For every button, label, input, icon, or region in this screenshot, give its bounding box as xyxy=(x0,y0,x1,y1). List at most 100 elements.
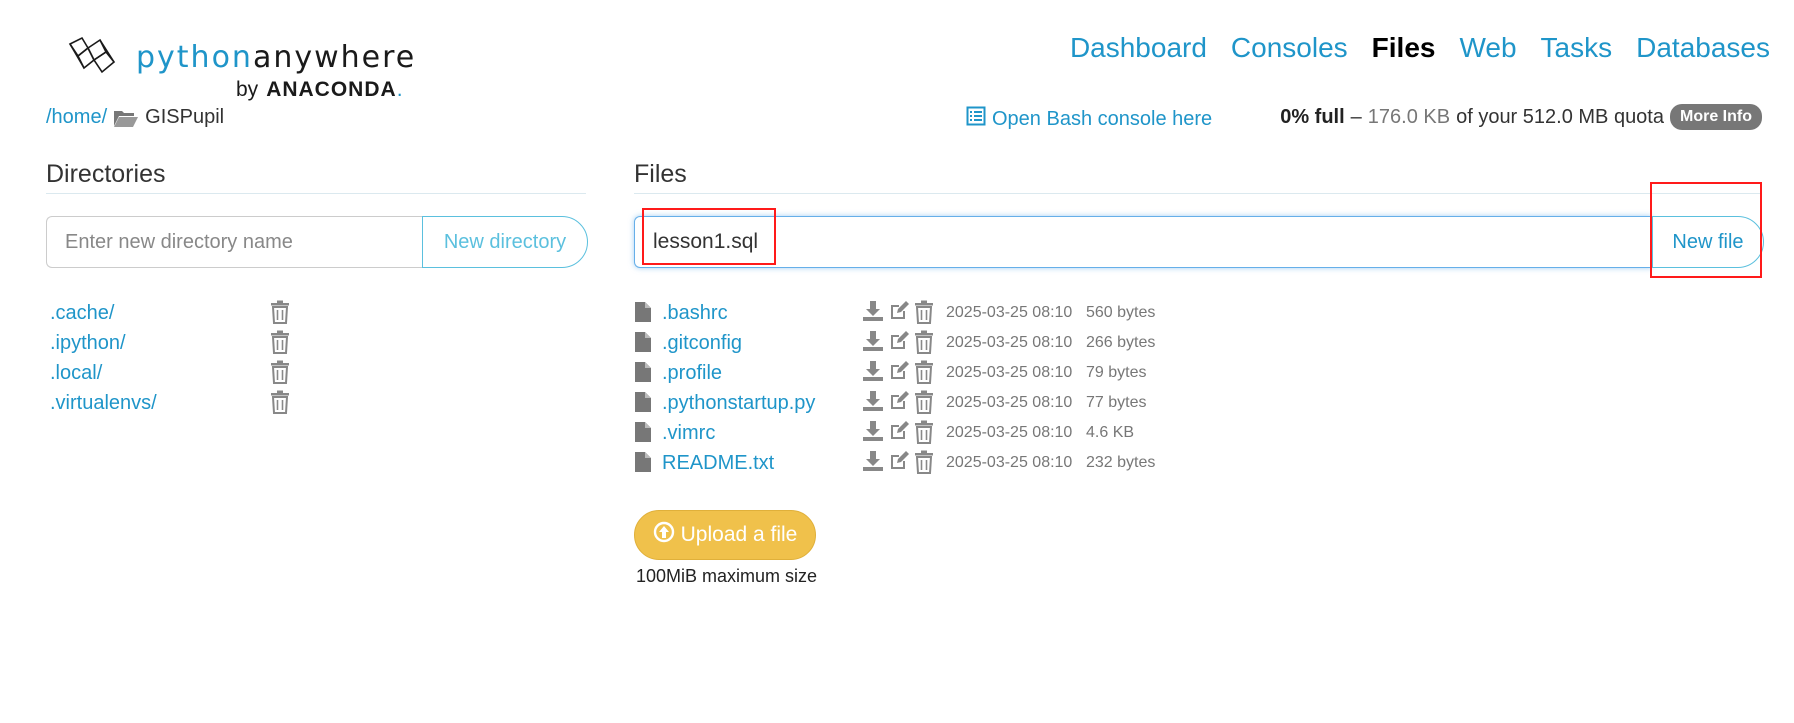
file-link[interactable]: .bashrc xyxy=(662,302,728,325)
file-icon xyxy=(634,421,652,449)
table-row: .pythonstartup.py 2025-03-25 08:10 77 by… xyxy=(634,388,1194,418)
download-icon[interactable] xyxy=(862,420,884,450)
table-row: README.txt 2025-03-25 08:10 232 bytes xyxy=(634,448,1194,478)
file-actions xyxy=(862,330,934,360)
file-size: 4.6 KB xyxy=(1086,424,1135,441)
quota-info: 0% full – 176.0 KB of your 512.0 MB quot… xyxy=(1280,104,1762,130)
table-row: .vimrc 2025-03-25 08:10 4.6 KB xyxy=(634,418,1194,448)
list-item: .cache/ xyxy=(50,298,300,328)
download-icon[interactable] xyxy=(862,300,884,330)
file-icon xyxy=(634,361,652,389)
new-directory-button[interactable]: New directory xyxy=(422,216,588,268)
logo-by-anaconda: by ANACONDA. xyxy=(236,78,403,101)
nav-files[interactable]: Files xyxy=(1372,32,1436,64)
directory-link[interactable]: .local/ xyxy=(50,362,102,385)
file-date: 2025-03-25 08:10 xyxy=(946,424,1073,441)
directory-link[interactable]: .virtualenvs/ xyxy=(50,392,157,415)
trash-icon[interactable] xyxy=(270,360,290,390)
highlight-box-filename xyxy=(642,208,776,265)
file-icon xyxy=(634,301,652,329)
download-icon[interactable] xyxy=(862,360,884,390)
directory-link[interactable]: .cache/ xyxy=(50,302,114,325)
file-size: 560 bytes xyxy=(1086,304,1156,321)
file-date: 2025-03-25 08:10 xyxy=(946,364,1073,381)
trash-icon[interactable] xyxy=(914,360,934,390)
file-date: 2025-03-25 08:10 xyxy=(946,454,1073,471)
open-bash-console-link[interactable]: Open Bash console here xyxy=(966,106,1212,132)
list-alt-icon xyxy=(966,106,986,132)
file-link[interactable]: .gitconfig xyxy=(662,332,742,355)
circle-arrow-up-icon xyxy=(653,521,675,549)
file-actions xyxy=(862,360,934,390)
list-item: .ipython/ xyxy=(50,328,300,358)
trash-icon[interactable] xyxy=(914,420,934,450)
trash-icon[interactable] xyxy=(914,450,934,480)
directories-divider xyxy=(46,193,586,194)
folder-open-icon xyxy=(113,108,139,128)
file-link[interactable]: README.txt xyxy=(662,452,774,475)
table-row: .gitconfig 2025-03-25 08:10 266 bytes xyxy=(634,328,1194,358)
file-link[interactable]: .profile xyxy=(662,362,722,385)
file-icon xyxy=(634,331,652,359)
file-link[interactable]: .pythonstartup.py xyxy=(662,392,815,415)
new-directory-input[interactable] xyxy=(46,216,422,268)
upload-file-button[interactable]: Upload a file xyxy=(634,510,816,560)
quota-used: 176.0 KB xyxy=(1367,105,1451,128)
list-item: .virtualenvs/ xyxy=(50,388,300,418)
file-link[interactable]: .vimrc xyxy=(662,422,715,445)
logo-icon xyxy=(68,36,116,74)
list-item: .local/ xyxy=(50,358,300,388)
main-nav: Dashboard Consoles Files Web Tasks Datab… xyxy=(1070,32,1770,64)
file-date: 2025-03-25 08:10 xyxy=(946,334,1073,351)
trash-icon[interactable] xyxy=(914,330,934,360)
file-date: 2025-03-25 08:10 xyxy=(946,304,1073,321)
edit-icon[interactable] xyxy=(888,450,910,480)
file-actions xyxy=(862,300,934,330)
file-list: .bashrc 2025-03-25 08:10 560 bytes .gitc… xyxy=(634,298,1194,478)
new-directory-form: New directory xyxy=(46,216,588,268)
file-date: 2025-03-25 08:10 xyxy=(946,394,1073,411)
file-icon xyxy=(634,451,652,479)
file-size: 77 bytes xyxy=(1086,394,1147,411)
new-file-form: New file xyxy=(634,216,1764,268)
pythonanywhere-logo[interactable]: pythonanywhere by ANACONDA. xyxy=(64,34,414,104)
nav-consoles[interactable]: Consoles xyxy=(1231,32,1348,64)
files-title: Files xyxy=(634,160,687,188)
edit-icon[interactable] xyxy=(888,390,910,420)
breadcrumb-current: GISPupil xyxy=(145,106,225,128)
edit-icon[interactable] xyxy=(888,300,910,330)
quota-of-text: of your 512.0 MB quota xyxy=(1456,105,1664,128)
trash-icon[interactable] xyxy=(914,300,934,330)
file-size: 232 bytes xyxy=(1086,454,1156,471)
directory-link[interactable]: .ipython/ xyxy=(50,332,126,355)
edit-icon[interactable] xyxy=(888,330,910,360)
edit-icon[interactable] xyxy=(888,360,910,390)
table-row: .bashrc 2025-03-25 08:10 560 bytes xyxy=(634,298,1194,328)
download-icon[interactable] xyxy=(862,390,884,420)
upload-max-size-note: 100MiB maximum size xyxy=(636,566,818,586)
quota-dash: – xyxy=(1350,105,1362,128)
download-icon[interactable] xyxy=(862,330,884,360)
breadcrumb-home-link[interactable]: /home/ xyxy=(46,106,107,129)
table-row: .profile 2025-03-25 08:10 79 bytes xyxy=(634,358,1194,388)
nav-dashboard[interactable]: Dashboard xyxy=(1070,32,1207,64)
file-actions xyxy=(862,420,934,450)
trash-icon[interactable] xyxy=(270,330,290,360)
logo-wordmark: pythonanywhere xyxy=(136,40,417,75)
download-icon[interactable] xyxy=(862,450,884,480)
highlight-box-new-file xyxy=(1650,182,1762,278)
trash-icon[interactable] xyxy=(270,390,290,420)
nav-tasks[interactable]: Tasks xyxy=(1541,32,1613,64)
breadcrumb: /home/ GISPupil xyxy=(46,106,224,129)
directory-list: .cache/ .ipython/ .local/ .virtualenvs/ xyxy=(50,298,300,418)
file-icon xyxy=(634,391,652,419)
new-file-input[interactable] xyxy=(634,216,1652,268)
nav-databases[interactable]: Databases xyxy=(1636,32,1770,64)
upload-file-label: Upload a file xyxy=(680,523,798,546)
more-info-badge[interactable]: More Info xyxy=(1670,104,1762,130)
nav-web[interactable]: Web xyxy=(1459,32,1516,64)
directories-title: Directories xyxy=(46,160,166,188)
edit-icon[interactable] xyxy=(888,420,910,450)
trash-icon[interactable] xyxy=(914,390,934,420)
trash-icon[interactable] xyxy=(270,300,290,330)
